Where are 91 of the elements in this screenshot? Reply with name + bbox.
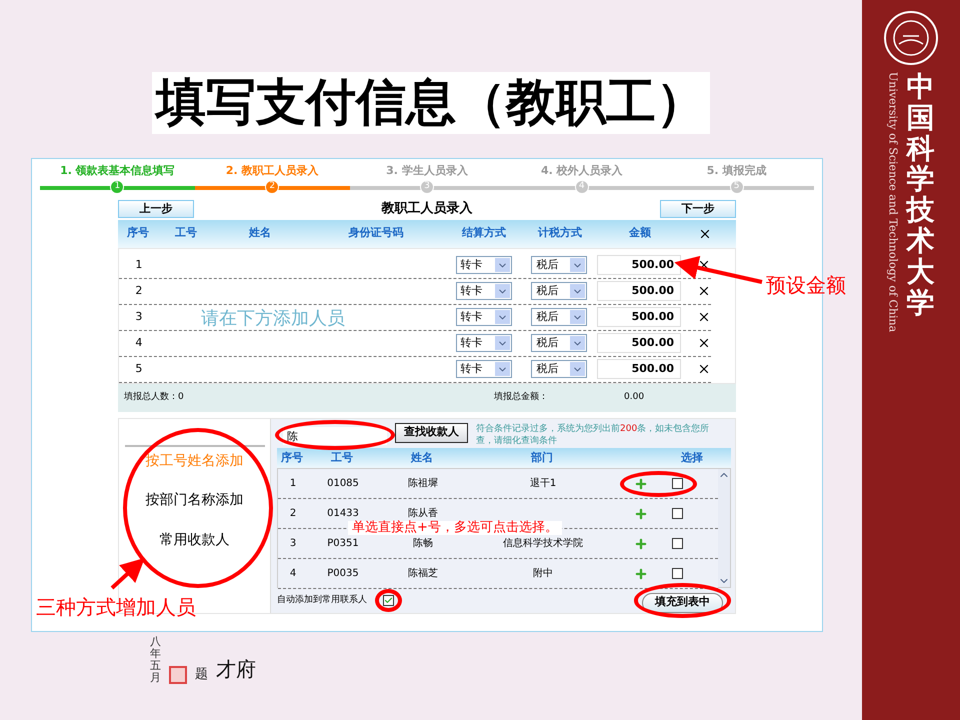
column-header: 身份证号码	[348, 225, 404, 242]
settlement-select[interactable]: 转卡	[456, 256, 512, 274]
employee-name: 陈从香	[407, 506, 439, 520]
select-checkbox[interactable]	[672, 478, 683, 490]
scrollbar[interactable]	[718, 469, 730, 588]
step-label: 3. 学生人员录入	[386, 163, 468, 179]
add-method-tab[interactable]: 按部门名称添加	[124, 484, 264, 516]
settlement-select[interactable]: 转卡	[456, 308, 512, 326]
settlement-select[interactable]: 转卡	[456, 282, 512, 300]
column-header: 序号	[280, 450, 304, 466]
row-index: 3	[288, 537, 298, 552]
settlement-select[interactable]: 转卡	[456, 360, 512, 378]
employee-id: P0035	[326, 567, 360, 582]
column-header: 工号	[330, 450, 354, 466]
column-header: 姓名	[410, 450, 434, 466]
employee-id: 01433	[326, 507, 360, 520]
university-chinese-name: 中国科学技术大学	[906, 72, 934, 321]
add-method-tab[interactable]: 常用收款人	[124, 524, 264, 556]
column-header: 计税方式	[536, 225, 583, 242]
row-index: 2	[288, 507, 298, 522]
search-field[interactable]: 陈	[283, 427, 387, 445]
select-checkbox[interactable]	[672, 508, 683, 520]
slide-title: 填写支付信息（教职工）	[152, 72, 710, 134]
add-plus-icon[interactable]	[634, 506, 648, 521]
department: 退干1	[530, 476, 556, 492]
next-step-button[interactable]: 下一步	[660, 200, 736, 218]
preset-amount-annotation: 预设金额	[766, 272, 846, 299]
tax-select[interactable]: 税后	[531, 334, 588, 352]
total-amount: 0.00	[624, 390, 644, 404]
row-index: 5	[134, 360, 144, 377]
add-plus-icon[interactable]	[634, 536, 648, 551]
employee-id: 01085	[326, 477, 360, 492]
notice-text: 符合条件记录过多，系统为您列出前200条，如未包含您所查，请细化查询条件	[476, 422, 710, 446]
add-plus-icon[interactable]	[634, 476, 648, 491]
amount-field[interactable]: 500.00	[597, 307, 682, 327]
tax-select[interactable]: 税后	[531, 308, 588, 326]
step-label: 4. 校外人员录入	[540, 163, 623, 179]
step-label: 1. 领款表基本信息填写	[60, 163, 175, 179]
row-index: 1	[134, 256, 144, 273]
column-header: 序号	[126, 225, 150, 242]
add-plus-icon[interactable]	[634, 566, 648, 581]
total-count: 填报总人数：0	[124, 390, 185, 404]
total-amount-label: 填报总金额：	[494, 390, 549, 404]
row-index: 4	[288, 567, 298, 582]
select-checkbox[interactable]	[672, 568, 683, 580]
university-emblem-icon	[883, 10, 939, 66]
tax-select[interactable]: 税后	[531, 360, 588, 378]
employee-name: 陈祖墀	[407, 476, 439, 492]
calligraphy-label: 题	[195, 666, 208, 684]
settlement-select[interactable]: 转卡	[456, 334, 512, 352]
employee-name: 陈畅	[412, 537, 434, 552]
row-index: 3	[134, 308, 144, 325]
column-header: 选择	[680, 450, 703, 466]
seal-stamp	[169, 666, 187, 684]
fill-table-button[interactable]: 填充到表中	[642, 592, 723, 612]
department: 附中	[533, 566, 553, 582]
row-index: 4	[134, 334, 144, 351]
step-number: 1	[110, 180, 124, 194]
amount-field[interactable]: 500.00	[597, 359, 682, 379]
amount-field[interactable]: 500.00	[597, 255, 682, 275]
step-number: 2	[265, 180, 280, 194]
tax-select[interactable]: 税后	[531, 282, 588, 300]
column-header: 金额	[628, 225, 652, 242]
department: 信息科学技术学院	[503, 536, 583, 552]
select-checkbox[interactable]	[672, 538, 683, 550]
employee-id: P0351	[326, 537, 360, 552]
calligraphy-date: 八年五月	[150, 636, 161, 684]
auto-add-checkbox[interactable]	[383, 594, 394, 606]
form-title: 教职工人员录入	[382, 200, 472, 218]
auto-add-label: 自动添加到常用联系人	[277, 594, 367, 607]
column-header: 工号	[174, 225, 198, 242]
column-header: 部门	[530, 450, 554, 466]
tax-select[interactable]: 税后	[531, 256, 588, 274]
step-label: 5. 填报完成	[706, 163, 766, 179]
selection-hint-annotation: 单选直接点+号，多选可点击选择。	[348, 521, 562, 536]
highlight-ellipse	[375, 588, 402, 612]
add-methods-annotation: 三种方式增加人员	[36, 594, 196, 621]
column-header: 姓名	[248, 225, 272, 242]
amount-field[interactable]: 500.00	[597, 281, 682, 301]
step-label: 2. 教职工人员录入	[226, 163, 319, 179]
find-payee-button[interactable]: 查找收款人	[395, 422, 468, 442]
employee-name: 陈福芝	[407, 566, 439, 582]
amount-field[interactable]: 500.00	[597, 333, 682, 353]
empty-table-hint: 请在下方添加人员	[201, 306, 345, 330]
row-index: 1	[288, 477, 298, 492]
calligraphy-signature: 才府	[216, 656, 256, 684]
row-index: 2	[134, 282, 144, 299]
column-header: 结算方式	[460, 225, 507, 242]
university-english-name: University of Science and Technology of China	[888, 72, 898, 332]
annotation-arrow	[110, 558, 145, 590]
previous-step-button[interactable]: 上一步	[118, 200, 194, 218]
